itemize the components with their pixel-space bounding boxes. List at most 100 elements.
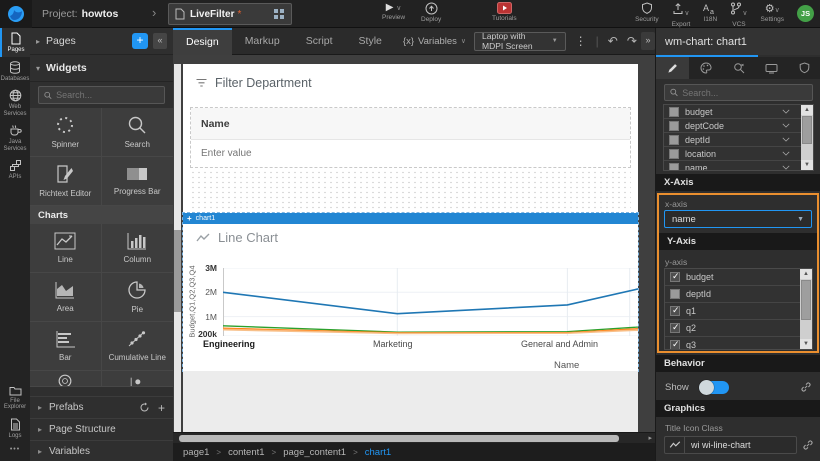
tab-markup[interactable]: Markup bbox=[232, 28, 293, 55]
rail-item-apis[interactable]: APIs bbox=[0, 155, 30, 184]
widget-spinner[interactable]: Spinner bbox=[30, 108, 102, 157]
graphics-section-header[interactable]: Graphics bbox=[656, 400, 820, 417]
y-field-row-q3[interactable]: q3 bbox=[665, 337, 812, 350]
tab-device[interactable] bbox=[755, 57, 788, 79]
widget-progress-bar[interactable]: Progress Bar bbox=[102, 157, 174, 206]
field-row-location[interactable]: location bbox=[664, 147, 813, 161]
scrollbar-thumb[interactable] bbox=[179, 435, 619, 442]
name-field-input[interactable] bbox=[201, 148, 620, 159]
expand-right-button[interactable]: » bbox=[641, 32, 655, 50]
rail-overflow-button[interactable]: ••• bbox=[0, 442, 30, 457]
name-field[interactable] bbox=[191, 140, 630, 167]
y-field-row-q1[interactable]: q1 bbox=[665, 303, 812, 320]
checkbox[interactable] bbox=[669, 149, 679, 159]
x-axis-section-header[interactable]: X-Axis bbox=[656, 174, 820, 191]
kebab-menu[interactable]: ⋮ bbox=[575, 34, 587, 48]
y-field-row-budget[interactable]: budget bbox=[665, 269, 812, 286]
widgets-section-header[interactable]: ▾ Widgets bbox=[30, 55, 173, 82]
scroll-up-arrow[interactable]: ▲ bbox=[801, 105, 813, 115]
chevron-down-icon[interactable] bbox=[782, 109, 790, 114]
canvas-horizontal-scrollbar[interactable]: ▸ bbox=[173, 432, 655, 443]
undo-button[interactable]: ↶ bbox=[608, 34, 618, 48]
field-row-name[interactable]: name bbox=[664, 161, 813, 171]
drop-zone[interactable] bbox=[190, 170, 631, 212]
pages-section-header[interactable]: ▸ Pages + « bbox=[30, 28, 173, 55]
checkbox[interactable] bbox=[669, 107, 679, 117]
list-scrollbar[interactable]: ▲ ▼ bbox=[800, 269, 812, 349]
bind-link-icon[interactable] bbox=[800, 381, 812, 393]
widget-column-chart[interactable]: Column bbox=[102, 224, 174, 273]
checkbox[interactable] bbox=[670, 340, 680, 350]
properties-search-input[interactable] bbox=[682, 88, 807, 98]
i18n-button[interactable]: Aa I18N bbox=[703, 2, 717, 23]
list-scrollbar[interactable]: ▲ ▼ bbox=[801, 105, 813, 170]
rail-item-java-services[interactable]: Java Services bbox=[0, 120, 30, 155]
breadcrumb-page1[interactable]: page1 bbox=[183, 447, 209, 458]
widget-search-input[interactable] bbox=[56, 90, 159, 100]
rail-item-pages[interactable]: Pages bbox=[0, 28, 30, 57]
collapse-panel-button[interactable]: « bbox=[153, 33, 167, 49]
widget-search-tile[interactable]: Search bbox=[102, 108, 174, 157]
grid-icon[interactable] bbox=[273, 8, 285, 20]
checkbox[interactable] bbox=[670, 272, 680, 282]
deploy-button[interactable]: Deploy bbox=[421, 2, 441, 23]
livefilter-field-group[interactable]: Name bbox=[190, 107, 631, 168]
security-button[interactable]: Security bbox=[635, 2, 658, 23]
rail-item-web-services[interactable]: Web Services bbox=[0, 85, 30, 120]
checkbox[interactable] bbox=[669, 163, 679, 172]
refresh-icon[interactable] bbox=[139, 402, 150, 413]
add-prefab-button[interactable]: + bbox=[158, 401, 165, 415]
widget-donut-chart[interactable] bbox=[30, 371, 102, 387]
canvas-vertical-scrollbar[interactable] bbox=[174, 64, 181, 432]
tutorials-button[interactable]: Tutorials bbox=[492, 2, 517, 22]
breadcrumb-chart1[interactable]: chart1 bbox=[365, 447, 391, 458]
page-preview[interactable]: Filter Department Name + chart1 Line Cha… bbox=[183, 64, 638, 432]
scroll-up-arrow[interactable]: ▲ bbox=[800, 269, 812, 279]
variables-section[interactable]: ▸ Variables bbox=[30, 440, 173, 461]
user-avatar[interactable]: JS bbox=[797, 5, 814, 22]
checkbox[interactable] bbox=[670, 323, 680, 333]
properties-search[interactable] bbox=[664, 84, 813, 101]
chevron-down-icon[interactable] bbox=[782, 137, 790, 142]
tab-design[interactable]: Design bbox=[173, 28, 232, 55]
rail-item-databases[interactable]: Databases bbox=[0, 57, 30, 86]
selected-widget-header[interactable]: + chart1 bbox=[183, 213, 638, 224]
widget-bar-chart[interactable]: Bar bbox=[30, 322, 102, 371]
redo-button[interactable]: ↷ bbox=[627, 34, 637, 48]
wavemaker-logo-icon[interactable] bbox=[0, 0, 32, 28]
scrollbar-thumb[interactable] bbox=[801, 280, 811, 320]
widget-bubble-chart[interactable] bbox=[102, 371, 174, 387]
bind-link-icon[interactable] bbox=[802, 439, 814, 451]
prefabs-section[interactable]: ▸ Prefabs + bbox=[30, 396, 173, 418]
move-icon[interactable]: + bbox=[187, 214, 192, 223]
tab-security[interactable] bbox=[788, 57, 820, 79]
scroll-down-arrow[interactable]: ▼ bbox=[801, 160, 813, 170]
page-tab-livefilter[interactable]: LiveFilter * bbox=[168, 3, 292, 25]
breadcrumb-content1[interactable]: content1 bbox=[228, 447, 264, 458]
y-field-row-q2[interactable]: q2 bbox=[665, 320, 812, 337]
chart-widget[interactable]: + chart1 Line Chart Budget,Q1,Q2,Q3,Q4 3… bbox=[183, 213, 638, 371]
field-row-deptid[interactable]: deptId bbox=[664, 133, 813, 147]
vcs-button[interactable]: ∨ VCS bbox=[730, 2, 747, 28]
widget-richtext-editor[interactable]: Richtext Editor bbox=[30, 157, 102, 206]
rail-item-file-explorer[interactable]: File Explorer bbox=[0, 381, 30, 414]
y-field-row-deptid[interactable]: deptId bbox=[665, 286, 812, 303]
behavior-section-header[interactable]: Behavior bbox=[656, 355, 820, 372]
widget-cumulative-line-chart[interactable]: Cumulative Line bbox=[102, 322, 174, 371]
checkbox[interactable] bbox=[670, 289, 680, 299]
settings-button[interactable]: ⚙∨ Settings bbox=[761, 2, 785, 23]
widget-line-chart[interactable]: Line bbox=[30, 224, 102, 273]
preview-button[interactable]: ▶ ∨ Preview bbox=[382, 2, 405, 21]
y-axis-section-header[interactable]: Y-Axis bbox=[659, 233, 818, 250]
checkbox[interactable] bbox=[669, 121, 679, 131]
scrollbar-thumb[interactable] bbox=[174, 230, 181, 312]
tab-search-props[interactable] bbox=[722, 57, 755, 79]
add-page-button[interactable]: + bbox=[132, 33, 148, 49]
widget-search[interactable] bbox=[38, 86, 165, 104]
variables-dropdown[interactable]: {x} Variables ∨ bbox=[403, 36, 466, 47]
checkbox[interactable] bbox=[670, 306, 680, 316]
device-selector[interactable]: Laptop with MDPI Screen ▼ bbox=[474, 32, 566, 51]
scroll-down-arrow[interactable]: ▼ bbox=[800, 339, 812, 349]
scroll-right-arrow[interactable]: ▸ bbox=[648, 434, 652, 442]
field-row-deptcode[interactable]: deptCode bbox=[664, 119, 813, 133]
